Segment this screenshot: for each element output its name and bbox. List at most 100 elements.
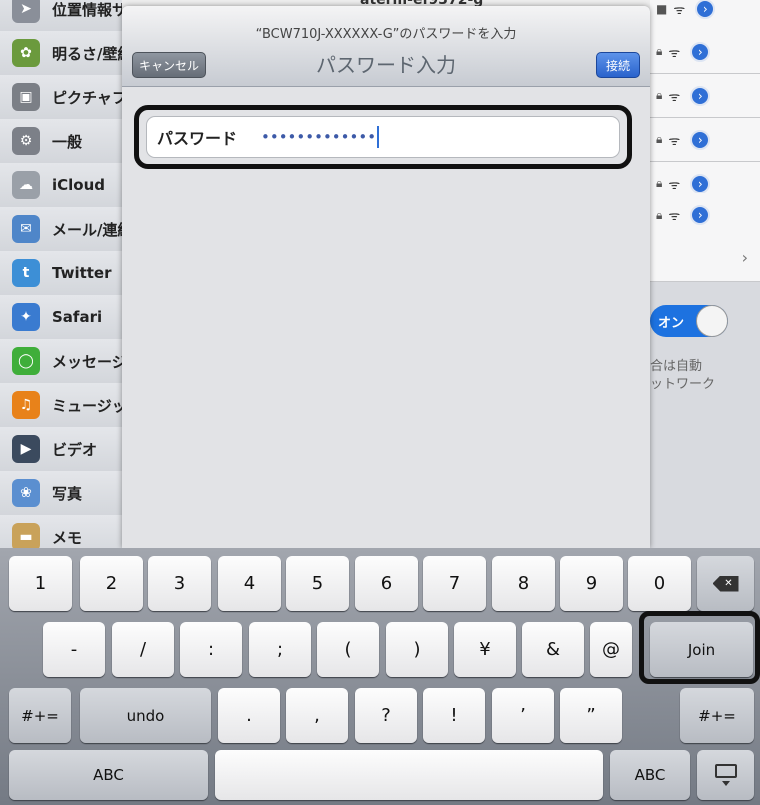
cloud-icon: ☁ — [12, 171, 40, 199]
network-row[interactable]: 🔒︎ ᯤ › — [650, 193, 760, 238]
sidebar-item-photos[interactable]: ❀ 写真 — [0, 471, 122, 516]
key-open-paren[interactable]: ( — [317, 622, 379, 677]
detail-disclosure-icon[interactable]: › — [695, 0, 716, 19]
sidebar-item-mail[interactable]: ✉ メール/連絡先/カレンダー — [0, 207, 122, 252]
wifi-icon: ᯤ — [668, 133, 681, 149]
ask-to-join-toggle[interactable]: オン — [650, 305, 728, 337]
symbols-shift-key-left[interactable]: #+= — [9, 688, 71, 743]
detail-disclosure-icon[interactable]: › — [690, 173, 711, 194]
sidebar-item-picture-frame[interactable]: ▣ ピクチャフレーム — [0, 75, 122, 120]
location-icon: ➤ — [12, 0, 40, 23]
abc-key-right[interactable]: ABC — [610, 750, 690, 800]
hide-keyboard-key[interactable] — [697, 750, 754, 800]
lock-icon: 🔒︎ — [656, 88, 663, 102]
chevron-right-icon: › — [741, 248, 748, 267]
sidebar-item-video[interactable]: ▶ ビデオ — [0, 427, 122, 472]
dialog-header: “BCW710J-XXXXXX-G”のパスワードを入力 パスワード入力 キャンセ… — [122, 6, 650, 87]
key-5[interactable]: 5 — [286, 556, 349, 611]
key-semicolon[interactable]: ; — [249, 622, 311, 677]
sunflower-icon: ❀ — [12, 479, 40, 507]
lock-icon: ■ — [656, 1, 668, 16]
sidebar-item-twitter[interactable]: t Twitter — [0, 251, 122, 296]
sidebar-item-safari[interactable]: ✦ Safari — [0, 295, 122, 340]
sidebar-item-notes[interactable]: ▬ メモ — [0, 515, 122, 548]
undo-key[interactable]: undo — [80, 688, 211, 743]
space-key[interactable] — [215, 750, 603, 800]
sidebar-item-general[interactable]: ⚙ 一般 — [0, 119, 122, 164]
picture-frame-icon: ▣ — [12, 83, 40, 111]
backspace-icon: ✕ — [712, 575, 739, 592]
sidebar-item-label: iCloud — [52, 176, 106, 194]
network-row[interactable]: 🔒︎ ᯤ › — [650, 118, 760, 162]
password-input-value[interactable]: ••••••••••••• — [261, 128, 376, 146]
key-7[interactable]: 7 — [423, 556, 486, 611]
twitter-icon: t — [12, 259, 40, 287]
detail-disclosure-icon[interactable]: › — [690, 129, 711, 150]
key-apostrophe[interactable]: ’ — [492, 688, 554, 743]
key-4[interactable]: 4 — [218, 556, 281, 611]
key-2[interactable]: 2 — [80, 556, 143, 611]
join-key-highlight — [639, 611, 760, 684]
key-slash[interactable]: / — [112, 622, 174, 677]
sidebar-item-brightness[interactable]: ✿ 明るさ/壁紙 — [0, 31, 122, 76]
network-row[interactable]: 🔒︎ ᯤ › — [650, 74, 760, 118]
key-9[interactable]: 9 — [560, 556, 623, 611]
key-yen[interactable]: ¥ — [454, 622, 516, 677]
key-at[interactable]: @ — [590, 622, 632, 677]
key-0[interactable]: 0 — [628, 556, 691, 611]
detail-disclosure-icon[interactable]: › — [690, 85, 711, 106]
sidebar-item-label: ビデオ — [52, 440, 98, 459]
network-list: ■ ᯤ › 🔒︎ ᯤ › 🔒︎ ᯤ › 🔒︎ ᯤ › 🔒︎ ᯤ › 🔒︎ ᯤ › › オン 合は自動 ッ… — [650, 0, 760, 548]
cancel-button[interactable]: キャンセル — [132, 52, 206, 78]
key-question[interactable]: ? — [355, 688, 417, 743]
compass-icon: ✦ — [12, 303, 40, 331]
key-colon[interactable]: : — [180, 622, 242, 677]
lock-icon: 🔒︎ — [656, 44, 663, 58]
key-period[interactable]: . — [218, 688, 280, 743]
wifi-icon: ᯤ — [673, 2, 686, 18]
lock-icon: 🔒︎ — [656, 176, 663, 190]
network-row[interactable]: 🔒︎ ᯤ › — [650, 30, 760, 74]
note-line: 合は自動 — [650, 359, 703, 374]
sidebar-item-label: メモ — [52, 528, 83, 547]
sidebar-item-music[interactable]: ♫ ミュージック — [0, 383, 122, 428]
gear-icon: ⚙ — [12, 127, 40, 155]
wifi-icon: ᯤ — [668, 209, 681, 224]
abc-key-left[interactable]: ABC — [9, 750, 208, 800]
key-comma[interactable]: , — [286, 688, 348, 743]
symbols-shift-key-right[interactable]: #+= — [680, 688, 754, 743]
key-6[interactable]: 6 — [355, 556, 418, 611]
key-hyphen[interactable]: - — [43, 622, 105, 677]
key-ampersand[interactable]: & — [522, 622, 584, 677]
text-cursor — [377, 126, 380, 148]
password-label: パスワード — [157, 129, 238, 148]
wallpaper-icon: ✿ — [12, 39, 40, 67]
key-1[interactable]: 1 — [9, 556, 72, 611]
sidebar-item-label: ピクチャフレーム — [52, 88, 122, 107]
sidebar-item-label: 写真 — [52, 484, 83, 503]
settings-sidebar: ➤ 位置情報サービス ✿ 明るさ/壁紙 ▣ ピクチャフレーム ⚙ 一般 ☁ iC… — [0, 0, 122, 548]
password-field[interactable]: パスワード ••••••••••••• — [146, 116, 620, 158]
sidebar-item-location[interactable]: ➤ 位置情報サービス — [0, 0, 122, 32]
sidebar-item-icloud[interactable]: ☁ iCloud — [0, 163, 122, 208]
key-8[interactable]: 8 — [492, 556, 555, 611]
detail-disclosure-icon[interactable]: › — [690, 41, 711, 62]
key-quote[interactable]: ” — [560, 688, 622, 743]
mail-icon: ✉ — [12, 215, 40, 243]
lock-icon: 🔒︎ — [656, 207, 663, 222]
key-exclamation[interactable]: ! — [423, 688, 485, 743]
connect-button[interactable]: 接続 — [596, 52, 640, 78]
keyboard-hide-icon — [714, 764, 737, 786]
key-close-paren[interactable]: ) — [386, 622, 448, 677]
sidebar-item-label: Twitter — [52, 264, 112, 282]
detail-disclosure-icon[interactable]: › — [690, 205, 711, 225]
network-row[interactable]: ■ ᯤ › — [650, 0, 760, 31]
note-line: ットワーク — [650, 377, 716, 392]
other-network-row[interactable]: › — [650, 237, 760, 282]
dialog-subtitle: “BCW710J-XXXXXX-G”のパスワードを入力 — [255, 27, 517, 42]
wifi-icon: ᯤ — [668, 89, 681, 105]
sidebar-item-label: Safari — [52, 308, 103, 326]
sidebar-item-messages[interactable]: ◯ メッセージ — [0, 339, 122, 384]
key-3[interactable]: 3 — [148, 556, 211, 611]
delete-key[interactable]: ✕ — [697, 556, 754, 611]
